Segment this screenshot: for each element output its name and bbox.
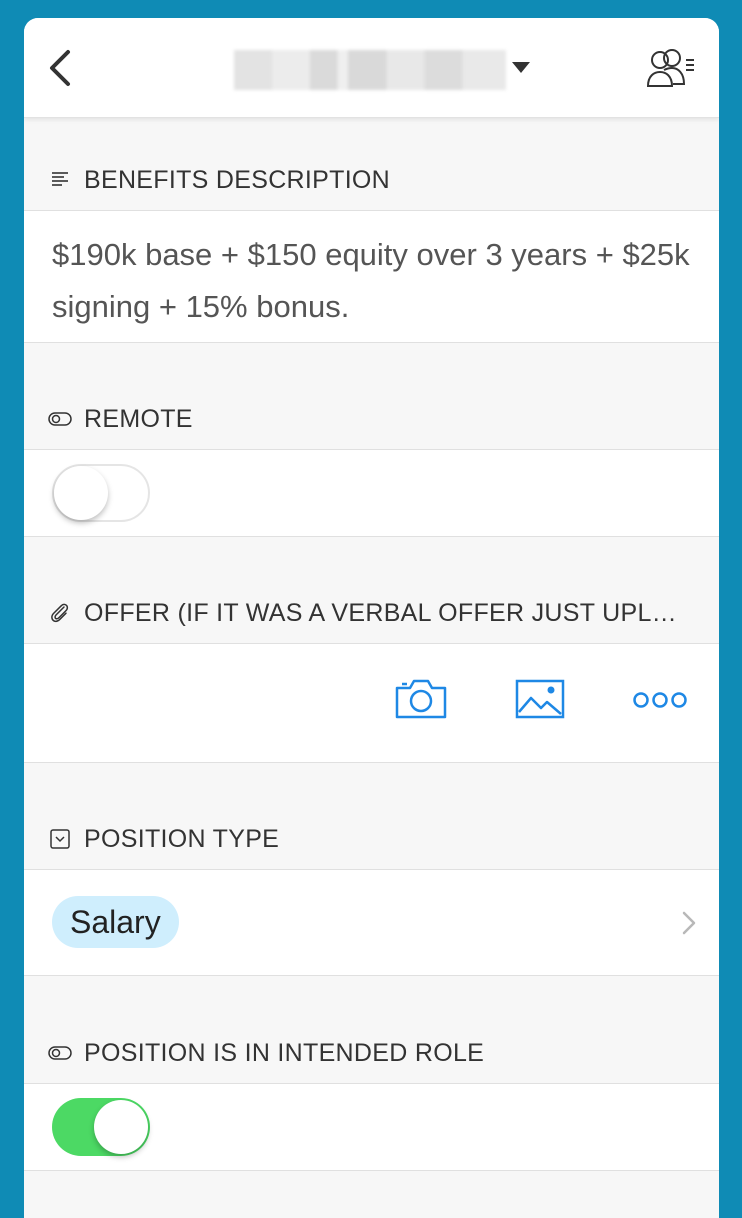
table-title[interactable] xyxy=(234,50,506,90)
people-list-icon xyxy=(646,49,694,87)
more-icon xyxy=(633,692,687,708)
toggle-icon xyxy=(48,1046,72,1060)
toggle-knob xyxy=(54,466,108,520)
collaborators-button[interactable] xyxy=(646,46,696,90)
offer-label-row: OFFER (IF IT WAS A VERBAL OFFER JUST UPL… xyxy=(24,583,719,644)
paperclip-icon xyxy=(51,603,69,623)
camera-button[interactable] xyxy=(394,678,448,725)
toggle-icon xyxy=(48,412,72,426)
remote-label-row: REMOTE xyxy=(24,389,719,450)
top-bar xyxy=(24,18,719,118)
position-type-chip: Salary xyxy=(52,896,179,948)
record-card: BENEFITS DESCRIPTION $190k base + $150 e… xyxy=(24,18,719,1218)
position-type-field[interactable]: Salary xyxy=(24,870,719,976)
position-type-label: POSITION TYPE xyxy=(84,824,280,853)
offer-field xyxy=(24,644,719,763)
image-icon xyxy=(515,679,565,719)
chevron-left-icon xyxy=(50,50,70,86)
more-options-button[interactable] xyxy=(632,690,688,715)
intended-role-field xyxy=(24,1084,719,1171)
intended-role-toggle[interactable] xyxy=(52,1098,150,1156)
position-type-label-row: POSITION TYPE xyxy=(24,809,719,870)
remote-toggle[interactable] xyxy=(52,464,150,522)
caret-down-icon[interactable] xyxy=(512,62,530,74)
toggle-knob xyxy=(94,1100,148,1154)
benefits-field[interactable]: $190k base + $150 equity over 3 years + … xyxy=(24,211,719,343)
chevron-right-icon[interactable] xyxy=(681,910,697,936)
back-button[interactable] xyxy=(42,46,82,90)
remote-field xyxy=(24,450,719,537)
benefits-label-row: BENEFITS DESCRIPTION xyxy=(24,150,719,211)
photo-library-button[interactable] xyxy=(515,678,565,725)
camera-icon xyxy=(395,679,447,719)
intended-role-label-row: POSITION IS IN INTENDED ROLE xyxy=(24,1023,719,1084)
dropdown-box-icon xyxy=(50,829,70,849)
remote-label: REMOTE xyxy=(84,404,193,433)
intended-role-label: POSITION IS IN INTENDED ROLE xyxy=(84,1038,485,1067)
offer-label: OFFER (IF IT WAS A VERBAL OFFER JUST UPL… xyxy=(84,598,677,627)
benefits-label: BENEFITS DESCRIPTION xyxy=(84,165,391,194)
text-align-icon xyxy=(52,172,68,186)
benefits-text: $190k base + $150 equity over 3 years + … xyxy=(52,237,690,324)
